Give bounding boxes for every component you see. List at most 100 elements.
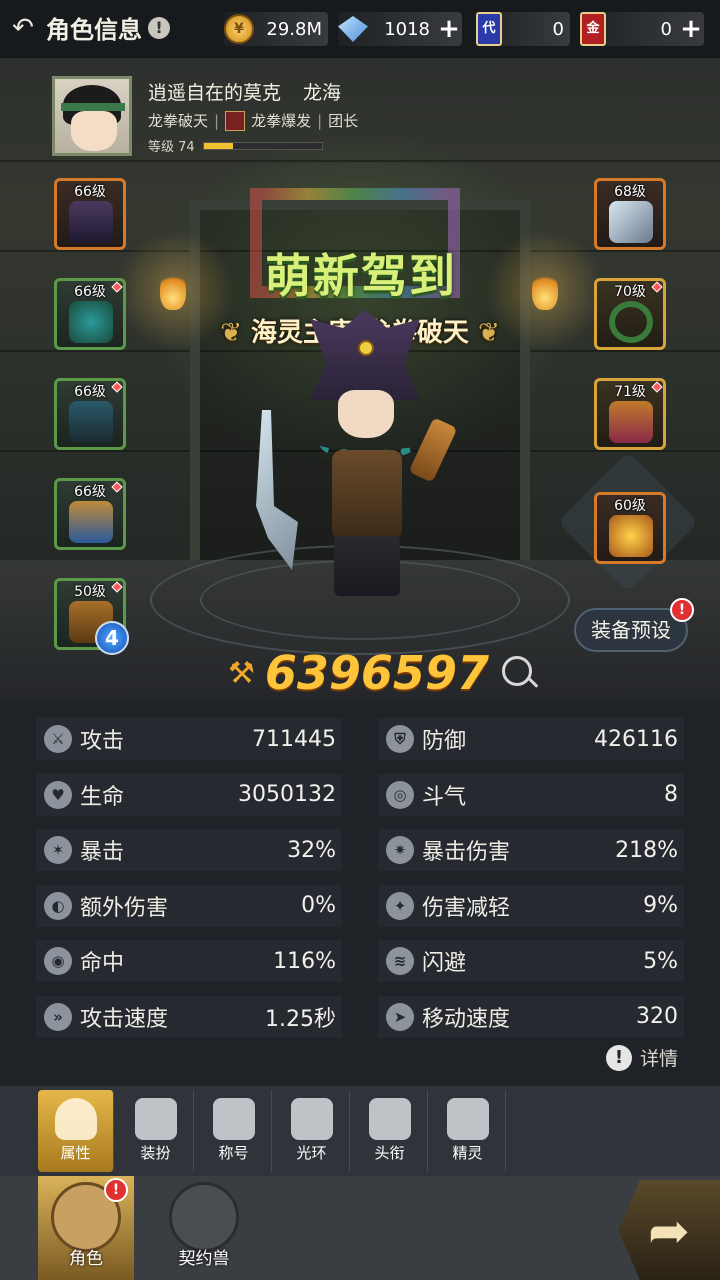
tab-title[interactable]: 称号 xyxy=(196,1090,272,1172)
tab-aura[interactable]: 光环 xyxy=(274,1090,350,1172)
stat-value: 426116 xyxy=(594,726,678,752)
hanger-icon xyxy=(134,1098,177,1140)
crown-icon xyxy=(212,1098,255,1140)
stat-extra-damage: ◐ 额外伤害 0% xyxy=(36,884,342,927)
crit-icon: ✶ xyxy=(44,836,72,864)
tab-pet[interactable]: 契约兽 xyxy=(156,1176,252,1280)
guild-name: 龙海 xyxy=(303,82,342,104)
accuracy-icon: ◉ xyxy=(44,947,72,975)
stat-value: 5% xyxy=(643,948,678,974)
sprite-icon xyxy=(446,1098,489,1140)
laurel-left-icon: ❦ xyxy=(220,318,242,348)
player-class: 龙拳破天 xyxy=(148,112,209,130)
player-skill: 龙拳爆发 xyxy=(251,112,312,130)
halo-icon xyxy=(290,1098,333,1140)
stat-accuracy: ◉ 命中 116% xyxy=(36,940,342,982)
rank-icon xyxy=(368,1098,411,1140)
diamond-icon xyxy=(338,16,368,42)
stat-label: 额外伤害 xyxy=(80,895,169,921)
stat-label: 命中 xyxy=(80,951,125,976)
helmet-icon xyxy=(69,201,113,243)
search-icon[interactable] xyxy=(502,656,532,686)
detail-button[interactable]: ! 详情 xyxy=(606,1044,678,1071)
equip-slot-amulet[interactable]: 71级 xyxy=(594,378,666,450)
player-name: 逍遥自在的莫克 xyxy=(148,82,282,104)
stat-label: 暴击伤害 xyxy=(422,840,511,865)
stat-value: 116% xyxy=(273,948,336,974)
equip-slot-emblem[interactable]: 60级 xyxy=(594,492,666,564)
tab-costume[interactable]: 装扮 xyxy=(118,1090,194,1172)
stat-value: 711445 xyxy=(252,726,336,752)
equip-slot-helmet[interactable]: 66级 xyxy=(54,178,126,250)
diamond-value: 1018 xyxy=(384,18,430,40)
stat-label: 移动速度 xyxy=(422,1006,511,1032)
stat-value: 3050132 xyxy=(238,782,336,807)
character-model xyxy=(250,300,470,610)
stat-value: 8 xyxy=(664,782,678,807)
card2-value: 0 xyxy=(660,18,672,40)
equip-slot-gloves[interactable]: 66级 xyxy=(54,478,126,550)
add-card2-button[interactable]: + xyxy=(678,14,704,44)
weapon-icon xyxy=(609,201,653,243)
bracer-icon xyxy=(69,501,113,543)
equip-slot-weapon[interactable]: 68级 xyxy=(594,178,666,250)
info-icon: ! xyxy=(606,1044,632,1071)
tab-attributes[interactable]: 属性 xyxy=(38,1090,114,1172)
power-value: 6396597 xyxy=(264,646,489,700)
dodge-icon: ≋ xyxy=(386,947,414,975)
info-icon[interactable]: ! xyxy=(148,16,170,39)
guild-role: 团长 xyxy=(328,112,359,130)
character-alert-icon: ! xyxy=(104,1178,128,1202)
stat-label: 防御 xyxy=(422,729,467,754)
avatar[interactable] xyxy=(52,76,132,156)
stat-value: 9% xyxy=(643,893,678,918)
stat-crit: ✶ 暴击 32% xyxy=(36,829,342,871)
ring-icon xyxy=(609,301,653,343)
laurel-right-icon: ❦ xyxy=(478,318,500,348)
tab-rank[interactable]: 头衔 xyxy=(352,1090,428,1172)
card2-icon: 金 xyxy=(580,12,606,46)
hp-icon: ♥ xyxy=(44,780,72,809)
stat-value: 218% xyxy=(615,837,678,863)
torch-right-icon xyxy=(532,270,558,310)
detail-label: 详情 xyxy=(640,1048,679,1070)
gold-counter: ¥ 29.8M xyxy=(224,12,328,46)
stat-defense: ⛨ 防御 426116 xyxy=(378,718,684,760)
player-profile: 逍遥自在的莫克 龙海 龙拳破天 | 龙拳爆发 | 团长 等级 74 xyxy=(52,76,402,158)
stat-hp: ♥ 生命 3050132 xyxy=(36,773,342,816)
banner-text: 萌新驾到 xyxy=(265,249,457,303)
level-label: 等级 74 xyxy=(148,140,195,155)
stat-dodge: ≋ 闪避 5% xyxy=(378,940,684,982)
emblem-icon xyxy=(609,515,653,557)
tab-sprite[interactable]: 精灵 xyxy=(430,1090,506,1172)
card2-counter: 金 0 + xyxy=(580,12,704,46)
equip-slot-boots[interactable]: 50级 4 xyxy=(54,578,129,655)
gold-value: 29.8M xyxy=(266,18,322,40)
stat-attack: ⚔ 攻击 711445 xyxy=(36,718,342,760)
enhance-badge: 4 xyxy=(95,621,129,655)
power-icon: ⚒ xyxy=(228,655,255,691)
move-speed-icon: ➤ xyxy=(386,1002,414,1031)
share-arrow-icon: ➦ xyxy=(648,1202,690,1260)
diamond-counter: 1018 + xyxy=(338,12,462,46)
back-icon[interactable]: ↶ xyxy=(6,11,40,45)
equip-slot-ring[interactable]: 70级 xyxy=(594,278,666,350)
stat-value: 32% xyxy=(287,837,336,863)
card1-value: 0 xyxy=(552,18,564,40)
pants-icon xyxy=(69,401,113,443)
add-diamond-button[interactable]: + xyxy=(436,14,462,44)
combat-power: ⚒ 6396597 xyxy=(228,646,489,700)
extra-damage-icon: ◐ xyxy=(44,891,72,920)
attack-icon: ⚔ xyxy=(44,725,72,753)
spirit-icon: ◎ xyxy=(386,780,414,809)
equip-slot-necklace[interactable]: 66级 xyxy=(54,278,126,350)
top-bar: ↶ 角色信息 ! ¥ 29.8M 1018 + 代 0 金 0 + xyxy=(0,0,720,58)
skill-icon xyxy=(225,110,246,131)
equip-slot-pants[interactable]: 66级 xyxy=(54,378,126,450)
bead-armor-icon xyxy=(69,301,113,343)
title-banner: 萌新驾到 xyxy=(208,240,514,303)
card1-counter: 代 0 xyxy=(476,12,570,46)
stat-spirit: ◎ 斗气 8 xyxy=(378,773,684,816)
sub-tab-bar: 属性 装扮 称号 光环 头衔 精灵 xyxy=(0,1086,720,1176)
stat-label: 生命 xyxy=(80,784,125,810)
